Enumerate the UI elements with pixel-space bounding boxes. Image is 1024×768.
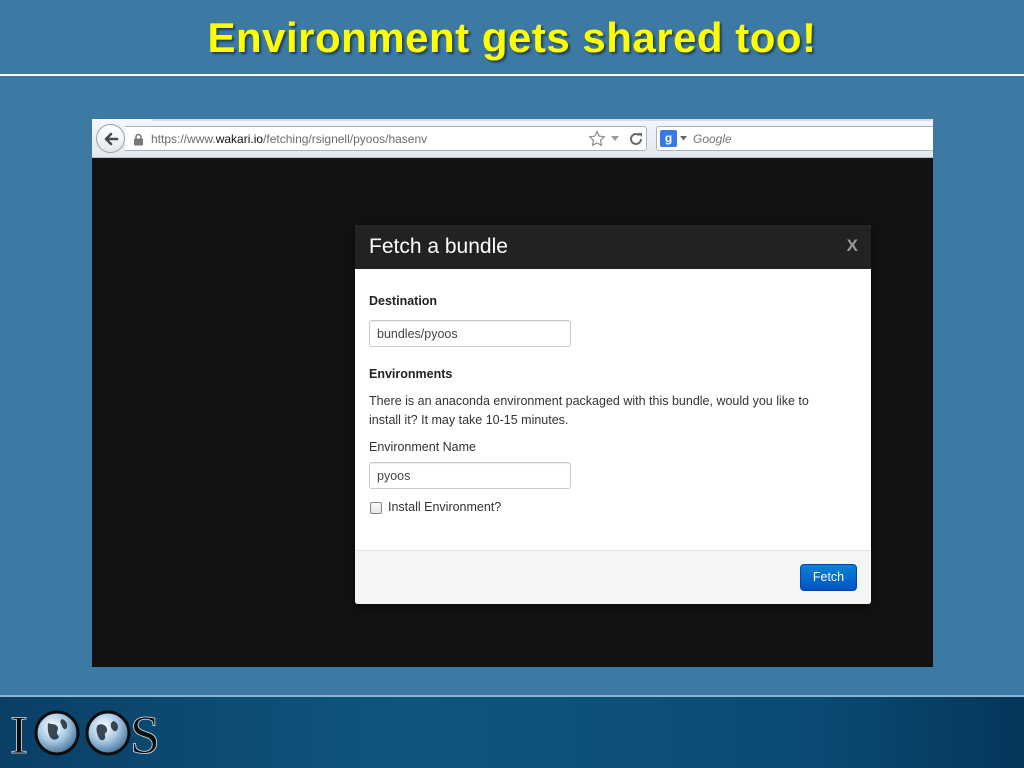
modal-footer: Fetch [355, 550, 871, 604]
fetch-bundle-modal: Fetch a bundle X Destination Environment… [355, 225, 871, 604]
tab-strip [152, 119, 932, 121]
search-engine-dropdown-icon[interactable] [680, 136, 687, 141]
browser-toolbar: https://www.wakari.io/fetching/rsignell/… [92, 119, 933, 158]
modal-header: Fetch a bundle X [355, 225, 871, 269]
reload-icon[interactable] [628, 131, 644, 147]
url-prefix: https://www. [151, 132, 216, 146]
slide-title: Environment gets shared too! [207, 14, 817, 61]
environment-name-input[interactable] [369, 462, 571, 489]
globe-icon [85, 710, 131, 756]
environment-description-line2: install it? It may take 10-15 minutes. [369, 413, 569, 427]
close-button[interactable]: X [847, 236, 858, 256]
fetch-button[interactable]: Fetch [800, 564, 857, 591]
title-divider [0, 74, 1024, 76]
star-icon[interactable] [588, 130, 606, 148]
environments-heading: Environments [369, 367, 453, 381]
url-domain: wakari.io [215, 132, 264, 146]
lock-icon [134, 133, 143, 146]
url-path: /fetching/rsignell/pyoos/hasenv [263, 132, 428, 146]
destination-label: Destination [369, 294, 438, 308]
svg-text:S: S [130, 705, 160, 761]
install-environment-checkbox[interactable] [370, 502, 382, 514]
search-bar[interactable]: g Google [656, 126, 933, 151]
google-icon[interactable]: g [660, 130, 677, 147]
destination-input[interactable] [369, 320, 571, 347]
url-text[interactable]: https://www.wakari.io/fetching/rsignell/… [151, 132, 427, 146]
modal-title: Fetch a bundle [369, 235, 508, 258]
ioos-logo: I S [10, 705, 160, 761]
environment-description-line1: There is an anaconda environment package… [369, 394, 809, 408]
back-button[interactable] [96, 124, 125, 153]
install-environment-label[interactable]: Install Environment? [388, 500, 501, 514]
search-placeholder: Google [693, 132, 732, 146]
url-bar[interactable]: https://www.wakari.io/fetching/rsignell/… [125, 126, 647, 151]
dropdown-icon[interactable] [610, 135, 620, 142]
svg-text:I: I [10, 705, 28, 761]
browser-window: https://www.wakari.io/fetching/rsignell/… [92, 119, 933, 667]
environment-name-label: Environment Name [369, 440, 476, 454]
back-arrow-icon [104, 132, 119, 146]
